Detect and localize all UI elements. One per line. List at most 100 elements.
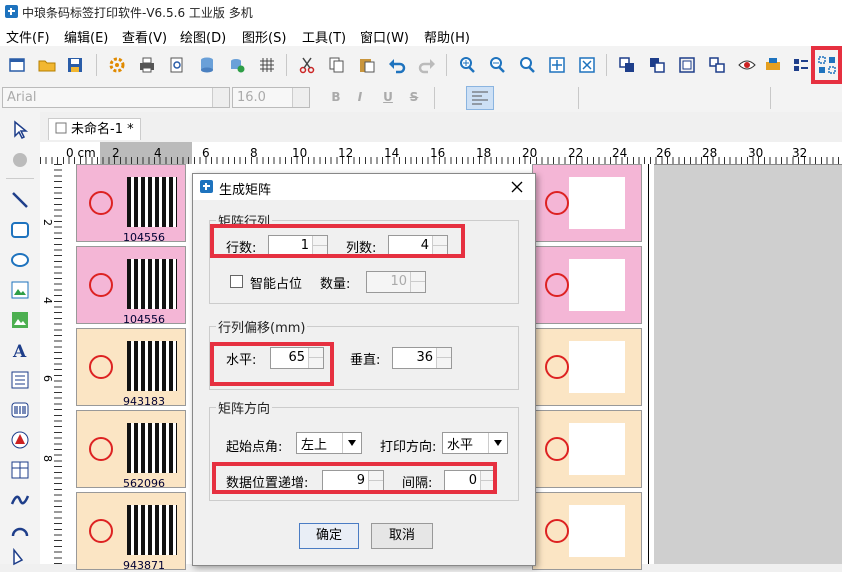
ruler-ticks xyxy=(40,157,842,164)
select-arrow-icon[interactable] xyxy=(10,120,30,140)
settings-gear-icon[interactable] xyxy=(108,56,126,74)
save-icon[interactable] xyxy=(66,56,84,74)
new-document-icon[interactable] xyxy=(8,56,26,74)
undo-icon[interactable] xyxy=(388,56,406,74)
vertical-offset-value: 36 xyxy=(416,350,433,365)
ok-button[interactable]: 确定 xyxy=(299,523,359,549)
bold-button[interactable]: B xyxy=(328,90,344,106)
label-blank-area xyxy=(569,423,625,475)
redo-icon[interactable] xyxy=(418,56,436,74)
group-icon[interactable] xyxy=(678,56,696,74)
zoom-in-icon[interactable] xyxy=(458,56,476,74)
document-icon xyxy=(55,122,67,134)
print-icon[interactable] xyxy=(138,56,156,74)
label-card[interactable] xyxy=(532,492,642,570)
preview-eye-icon[interactable] xyxy=(738,56,756,74)
label-card[interactable]: 562096 xyxy=(76,410,186,490)
vertical-offset-label: 垂直: xyxy=(350,353,381,368)
group-title: 矩阵方向 xyxy=(216,398,273,417)
print-preview-icon[interactable] xyxy=(168,56,186,74)
smart-placeholder-checkbox[interactable] xyxy=(230,275,243,288)
font-size-select[interactable]: 16.0 xyxy=(232,87,310,108)
multiline-text-icon[interactable] xyxy=(10,370,30,390)
label-card[interactable] xyxy=(532,164,642,242)
ellipse-tool-icon[interactable] xyxy=(10,250,30,270)
paste-icon[interactable] xyxy=(358,56,376,74)
arc-tool-icon[interactable] xyxy=(10,520,30,540)
align-left-icon xyxy=(472,91,488,105)
label-card[interactable]: 943871 xyxy=(76,492,186,572)
text-tool-icon[interactable]: A xyxy=(10,340,30,360)
font-name-select[interactable]: Arial xyxy=(2,87,230,108)
menu-tools[interactable]: 工具(T) xyxy=(302,27,346,46)
strikethrough-button[interactable]: S xyxy=(406,90,422,106)
database-icon[interactable] xyxy=(198,56,216,74)
label-card[interactable]: 104556 xyxy=(76,246,186,326)
close-icon[interactable] xyxy=(511,181,523,193)
image-tool-icon[interactable] xyxy=(10,280,30,300)
menu-file[interactable]: 文件(F) xyxy=(6,27,50,46)
menu-view[interactable]: 查看(V) xyxy=(122,27,167,46)
cancel-button[interactable]: 取消 xyxy=(371,523,433,549)
menu-draw[interactable]: 绘图(D) xyxy=(180,27,226,46)
send-back-icon[interactable] xyxy=(648,56,666,74)
picture-tool-icon[interactable] xyxy=(10,310,30,330)
printer-setup-icon[interactable] xyxy=(764,56,782,74)
italic-button[interactable]: I xyxy=(352,90,368,106)
label-card[interactable] xyxy=(532,410,642,488)
qr-code-icon xyxy=(127,505,177,555)
vertical-offset-spinner[interactable]: 36 xyxy=(392,347,452,369)
generate-matrix-icon[interactable] xyxy=(818,56,836,74)
ruler-tick-label: 4 xyxy=(41,297,54,304)
page-margin-line xyxy=(648,164,649,564)
menu-shape[interactable]: 图形(S) xyxy=(242,27,286,46)
underline-button[interactable]: U xyxy=(380,90,396,106)
rows-cols-highlight xyxy=(210,224,465,258)
cut-icon[interactable] xyxy=(298,56,316,74)
print-direction-label: 打印方向: xyxy=(380,440,437,455)
label-card[interactable]: 943183 xyxy=(76,328,186,408)
curve-tool-icon[interactable] xyxy=(10,490,30,510)
line-tool-icon[interactable] xyxy=(10,190,30,210)
chevron-down-icon xyxy=(292,88,309,107)
barcode-tool-icon[interactable] xyxy=(10,400,30,420)
smart-placeholder-label: 智能占位 xyxy=(250,277,303,292)
data-increment-highlight xyxy=(212,462,497,494)
menu-window[interactable]: 窗口(W) xyxy=(360,27,409,46)
label-card[interactable] xyxy=(532,246,642,324)
dialog-app-icon xyxy=(200,180,213,193)
table-tool-icon[interactable] xyxy=(10,460,30,480)
layout-icon[interactable] xyxy=(792,56,810,74)
polygon-tool-icon[interactable] xyxy=(10,548,30,568)
menu-edit[interactable]: 编辑(E) xyxy=(64,27,108,46)
start-corner-select[interactable]: 左上 xyxy=(296,432,362,454)
align-left-button[interactable] xyxy=(466,86,494,110)
actual-size-icon[interactable] xyxy=(578,56,596,74)
print-direction-select[interactable]: 水平 xyxy=(442,432,508,454)
spin-arrows-icon[interactable] xyxy=(410,272,425,292)
menu-help[interactable]: 帮助(H) xyxy=(424,27,470,46)
shape-tool-icon[interactable] xyxy=(10,430,30,450)
stamp-icon xyxy=(89,355,113,379)
bring-front-icon[interactable] xyxy=(618,56,636,74)
grid-icon[interactable] xyxy=(258,56,276,74)
fit-page-icon[interactable] xyxy=(548,56,566,74)
ungroup-icon[interactable] xyxy=(708,56,726,74)
copy-icon[interactable] xyxy=(328,56,346,74)
zoom-fit-icon[interactable] xyxy=(518,56,536,74)
ruler-tick-label: 6 xyxy=(41,375,54,382)
spin-arrows-icon[interactable] xyxy=(436,348,451,368)
rectangle-tool-icon[interactable] xyxy=(10,220,30,240)
qr-code-icon xyxy=(127,259,177,309)
open-folder-icon[interactable] xyxy=(38,56,56,74)
label-blank-area xyxy=(569,505,625,557)
group-title: 行列偏移(mm) xyxy=(216,317,308,336)
tab-document[interactable]: 未命名-1 * xyxy=(48,118,141,140)
quantity-spinner[interactable]: 10 xyxy=(366,271,426,293)
zoom-out-icon[interactable] xyxy=(488,56,506,74)
database-settings-icon[interactable] xyxy=(228,56,246,74)
label-card[interactable] xyxy=(532,328,642,406)
label-card[interactable]: 104556 xyxy=(76,164,186,244)
main-toolbar xyxy=(0,46,842,85)
rotate-icon[interactable] xyxy=(10,150,30,170)
